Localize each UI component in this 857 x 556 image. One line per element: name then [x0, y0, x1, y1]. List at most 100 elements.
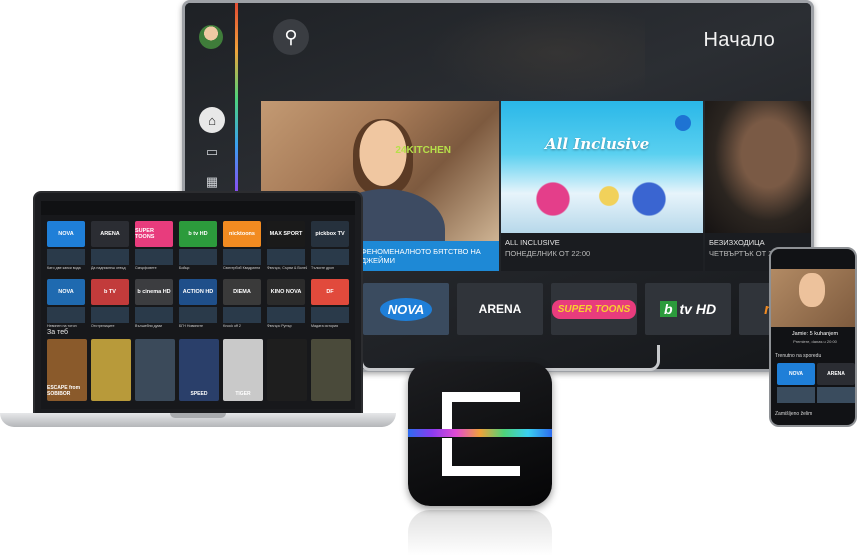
laptop-poster[interactable] — [311, 339, 351, 401]
laptop-thumbnail[interactable] — [223, 249, 261, 265]
laptop-caption: Бойци — [179, 266, 190, 270]
hero-card-2[interactable]: All Inclusive ALL INCLUSIVE ПОНЕДЕЛНИК О… — [501, 101, 703, 271]
channel-label: ARENA — [827, 371, 845, 377]
page-title: Начало — [703, 29, 775, 51]
laptop-channel-tile[interactable]: SUPER TOONS — [135, 221, 173, 247]
screen-icon: ▭ — [205, 144, 219, 159]
home-icon: ⌂ — [208, 112, 216, 128]
laptop-thumbnail[interactable] — [179, 307, 217, 323]
presenter-image — [799, 273, 825, 307]
channel-tile-arena[interactable]: ARENA — [457, 283, 543, 335]
laptop-channel-tile[interactable]: ACTION HD — [179, 279, 217, 305]
hero-schedule: ПОНЕДЕЛНИК ОТ 22:00 — [505, 249, 591, 259]
hero-card-3[interactable]: БЕЗИЗХОДИЦА ЧЕТВЪРТЪК ОТ 22:00 — [705, 101, 811, 271]
laptop-channel-tile[interactable]: b cinema HD — [135, 279, 173, 305]
phone-device: Jamie: 5 kuhanjem Premiere, danas u 20:0… — [769, 247, 857, 427]
laptop-channel-tile[interactable]: NOVA — [47, 221, 85, 247]
laptop-caption: Вълшебни думи — [135, 324, 162, 328]
laptop-thumbnail[interactable] — [91, 307, 129, 323]
laptop-caption: Отстрелиците — [91, 324, 115, 328]
laptop-poster[interactable] — [267, 339, 307, 401]
phone-thumbnail[interactable] — [817, 387, 855, 403]
phone-channel-tile-nova[interactable]: NOVA — [777, 363, 815, 385]
laptop-poster[interactable] — [135, 339, 175, 401]
hero-image — [705, 101, 811, 233]
hero-title: БЕЗИЗХОДИЦА — [709, 238, 765, 247]
laptop-caption: Невинен на тотон — [47, 324, 77, 328]
film-icon: ▦ — [205, 174, 219, 189]
laptop-thumbnail[interactable] — [91, 249, 129, 265]
show-title-art: All Inclusive — [545, 135, 650, 153]
laptop-poster[interactable]: TIGER — [223, 339, 263, 401]
laptop-channel-tile[interactable]: DF — [311, 279, 349, 305]
laptop-thumbnail[interactable] — [267, 249, 305, 265]
laptop-thumbnail[interactable] — [267, 307, 305, 323]
laptop-header-bar — [41, 201, 355, 215]
laptop-caption: Фючърс Рупър — [267, 324, 292, 328]
section-title: За теб — [47, 329, 69, 336]
app-icon[interactable] — [408, 362, 552, 506]
channel-label: SUPER TOONS — [551, 299, 637, 319]
phone-show-meta: Premiere, danas u 20:00 — [793, 339, 837, 344]
logo-stroke — [442, 392, 520, 430]
phone-player[interactable] — [771, 269, 855, 327]
laptop-channel-tile[interactable]: b TV — [91, 279, 129, 305]
laptop-thumbnail[interactable] — [47, 307, 85, 323]
laptop-channel-tile[interactable]: KINO NOVA — [267, 279, 305, 305]
cast-nav-button[interactable]: ▭ — [199, 139, 225, 165]
laptop-caption: БГН Новините — [179, 324, 204, 328]
product-showcase: ⚲ Начало ⌂ ▭ ▦ 24KITCHEN ФЕНОМЕНАЛНОТО Б… — [0, 0, 857, 556]
avatar[interactable] — [199, 25, 223, 49]
laptop-channel-tile[interactable]: MAX SPORT — [267, 221, 305, 247]
phone-section-title-2: Zamišljeno želim — [775, 411, 813, 417]
laptop-channel-tile[interactable]: NOVA — [47, 279, 85, 305]
channel-label: ARENA — [478, 302, 522, 316]
laptop-channel-tile[interactable]: DIEMA — [223, 279, 261, 305]
hero-caption: ALL INCLUSIVE ПОНЕДЕЛНИК ОТ 22:00 — [505, 237, 590, 260]
laptop-thumbnail[interactable] — [135, 307, 173, 323]
hero-title: ALL INCLUSIVE — [505, 238, 560, 247]
laptop-poster[interactable]: ESCAPE from SOBIBOR — [47, 339, 87, 401]
laptop-caption: Тълсите дроп — [311, 266, 334, 270]
logo-glow — [408, 429, 552, 437]
channel-tile-super-toons[interactable]: SUPER TOONS — [551, 283, 637, 335]
channel-tile-btv-hd[interactable]: b tv HD — [645, 283, 731, 335]
laptop-thumbnail[interactable] — [47, 249, 85, 265]
laptop-caption: Смърфовете — [135, 266, 157, 270]
channel-tile-nova[interactable]: NOVA — [363, 283, 449, 335]
channel-label: NOVA — [379, 297, 433, 321]
laptop-caption: Knock off 2 — [223, 324, 241, 328]
laptop-device: За теб NOVA Като две капки вода ARENA Да на… — [33, 191, 363, 415]
phone-section-title: Trenutno na sporedu — [775, 353, 822, 359]
logo-stroke — [442, 466, 520, 476]
accent-stripe — [235, 3, 238, 193]
channel-logo: 24KITCHEN — [395, 145, 451, 156]
phone-channel-tile-arena[interactable]: ARENA — [817, 363, 855, 385]
laptop-thumbnail[interactable] — [135, 249, 173, 265]
laptop-thumbnail[interactable] — [223, 307, 261, 323]
presenter-image — [353, 119, 413, 195]
phone-thumbnail[interactable] — [777, 387, 815, 403]
laptop-poster[interactable]: SPEED — [179, 339, 219, 401]
search-button[interactable]: ⚲ — [273, 19, 309, 55]
laptop-channel-tile[interactable]: b tv HD — [179, 221, 217, 247]
laptop-thumbnail[interactable] — [311, 249, 349, 265]
laptop-caption: Сюнгербоб Квадратни — [223, 266, 261, 270]
laptop-notch — [170, 413, 226, 418]
laptop-screen: За теб NOVA Като две капки вода ARENA Да на… — [41, 201, 355, 409]
laptop-thumbnail[interactable] — [179, 249, 217, 265]
laptop-caption: Да надникнеш отвъд — [91, 266, 126, 270]
channel-label: NOVA — [788, 371, 804, 377]
laptop-caption: Мадата история — [311, 324, 339, 328]
laptop-channel-tile[interactable]: ARENA — [91, 221, 129, 247]
hero-characters — [521, 163, 681, 223]
channel-prefix: b — [659, 301, 677, 317]
home-nav-button[interactable]: ⌂ — [199, 107, 225, 133]
laptop-poster[interactable] — [91, 339, 131, 401]
search-icon: ⚲ — [284, 26, 298, 47]
laptop-channel-tile[interactable]: nicktoons — [223, 221, 261, 247]
background-art — [425, 3, 645, 103]
channel-label: tv HD — [679, 301, 717, 317]
laptop-thumbnail[interactable] — [311, 307, 349, 323]
laptop-channel-tile[interactable]: pickbox TV — [311, 221, 349, 247]
